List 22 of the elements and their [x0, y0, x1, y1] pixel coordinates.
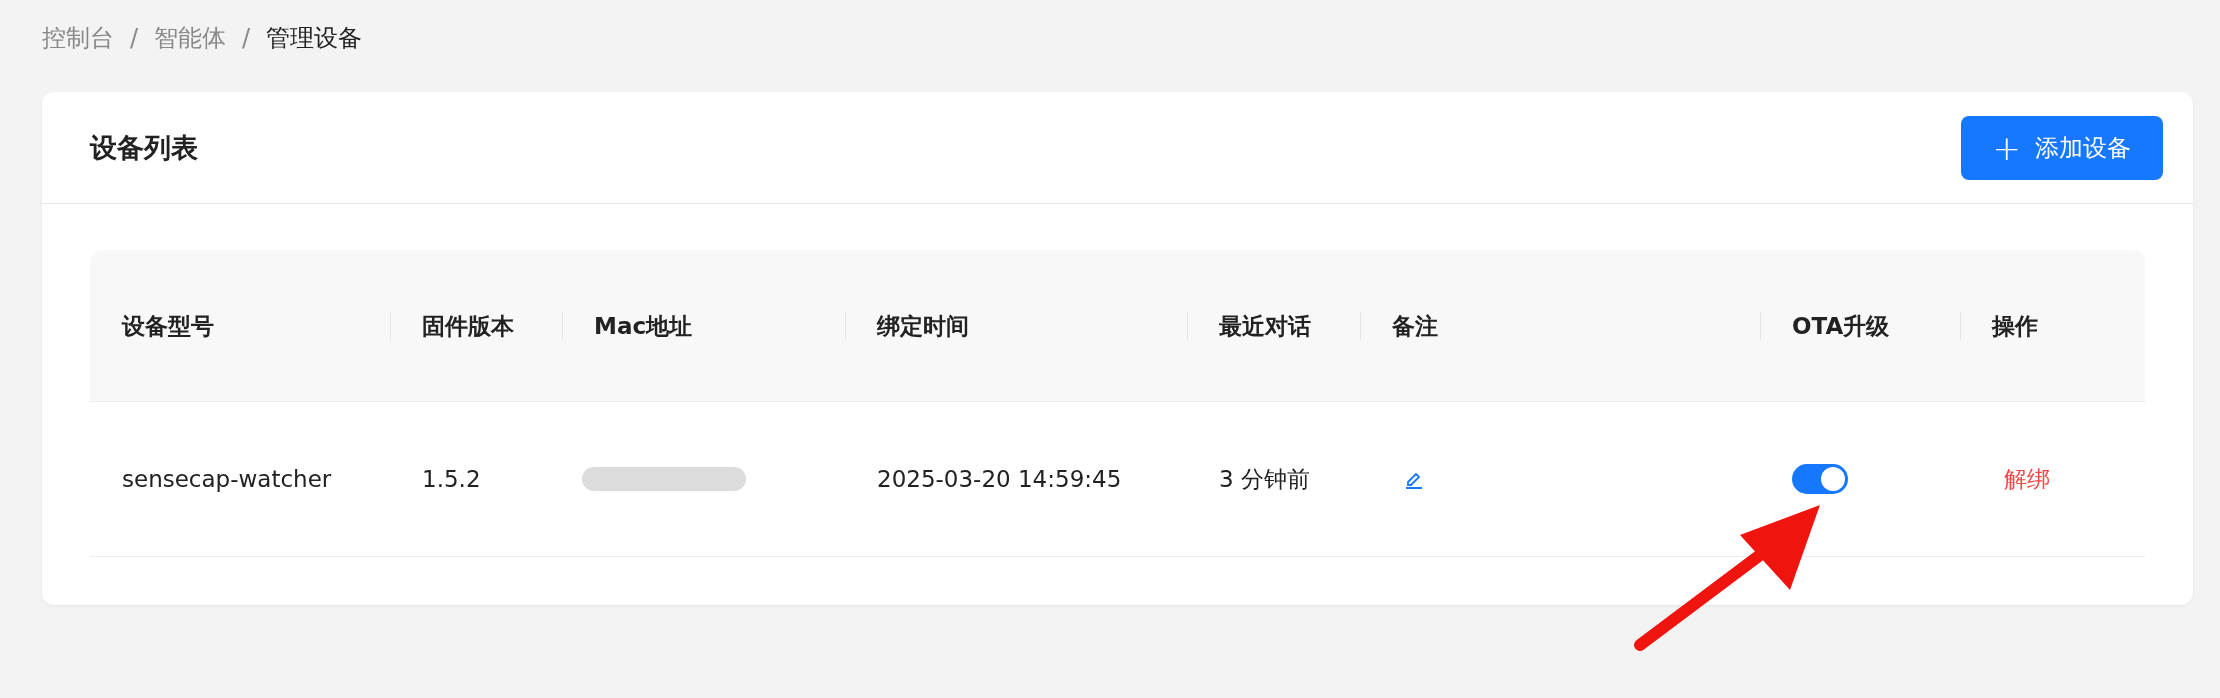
column-header: 固件版本: [422, 311, 514, 341]
column-header: 操作: [1992, 311, 2038, 341]
breadcrumb-separator: /: [242, 24, 251, 52]
column-header: 设备型号: [122, 311, 214, 341]
breadcrumb-separator: /: [130, 24, 139, 52]
unbind-link[interactable]: 解绑: [2004, 463, 2050, 495]
ota-toggle[interactable]: [1792, 464, 1848, 494]
table-cell-text: 3 分钟前: [1219, 465, 1310, 494]
breadcrumb-item: 管理设备: [266, 23, 363, 54]
table-cell-text: sensecap-watcher: [122, 465, 332, 494]
breadcrumb-item[interactable]: 智能体: [154, 22, 227, 54]
column-header: 最近对话: [1219, 311, 1311, 341]
add-device-button[interactable]: + 添加设备: [1960, 115, 2163, 180]
breadcrumb-item[interactable]: 控制台: [42, 22, 114, 54]
card-title: 设备列表: [90, 130, 198, 165]
redacted-text-icon: [582, 467, 746, 491]
column-header: OTA升级: [1792, 311, 1890, 341]
table-cell-text: 1.5.2: [422, 465, 481, 494]
column-header: Mac地址: [594, 311, 693, 341]
column-header: 备注: [1392, 311, 1438, 341]
column-header: 绑定时间: [877, 311, 969, 341]
table-cell-text: 2025-03-20 14:59:45: [877, 465, 1122, 494]
